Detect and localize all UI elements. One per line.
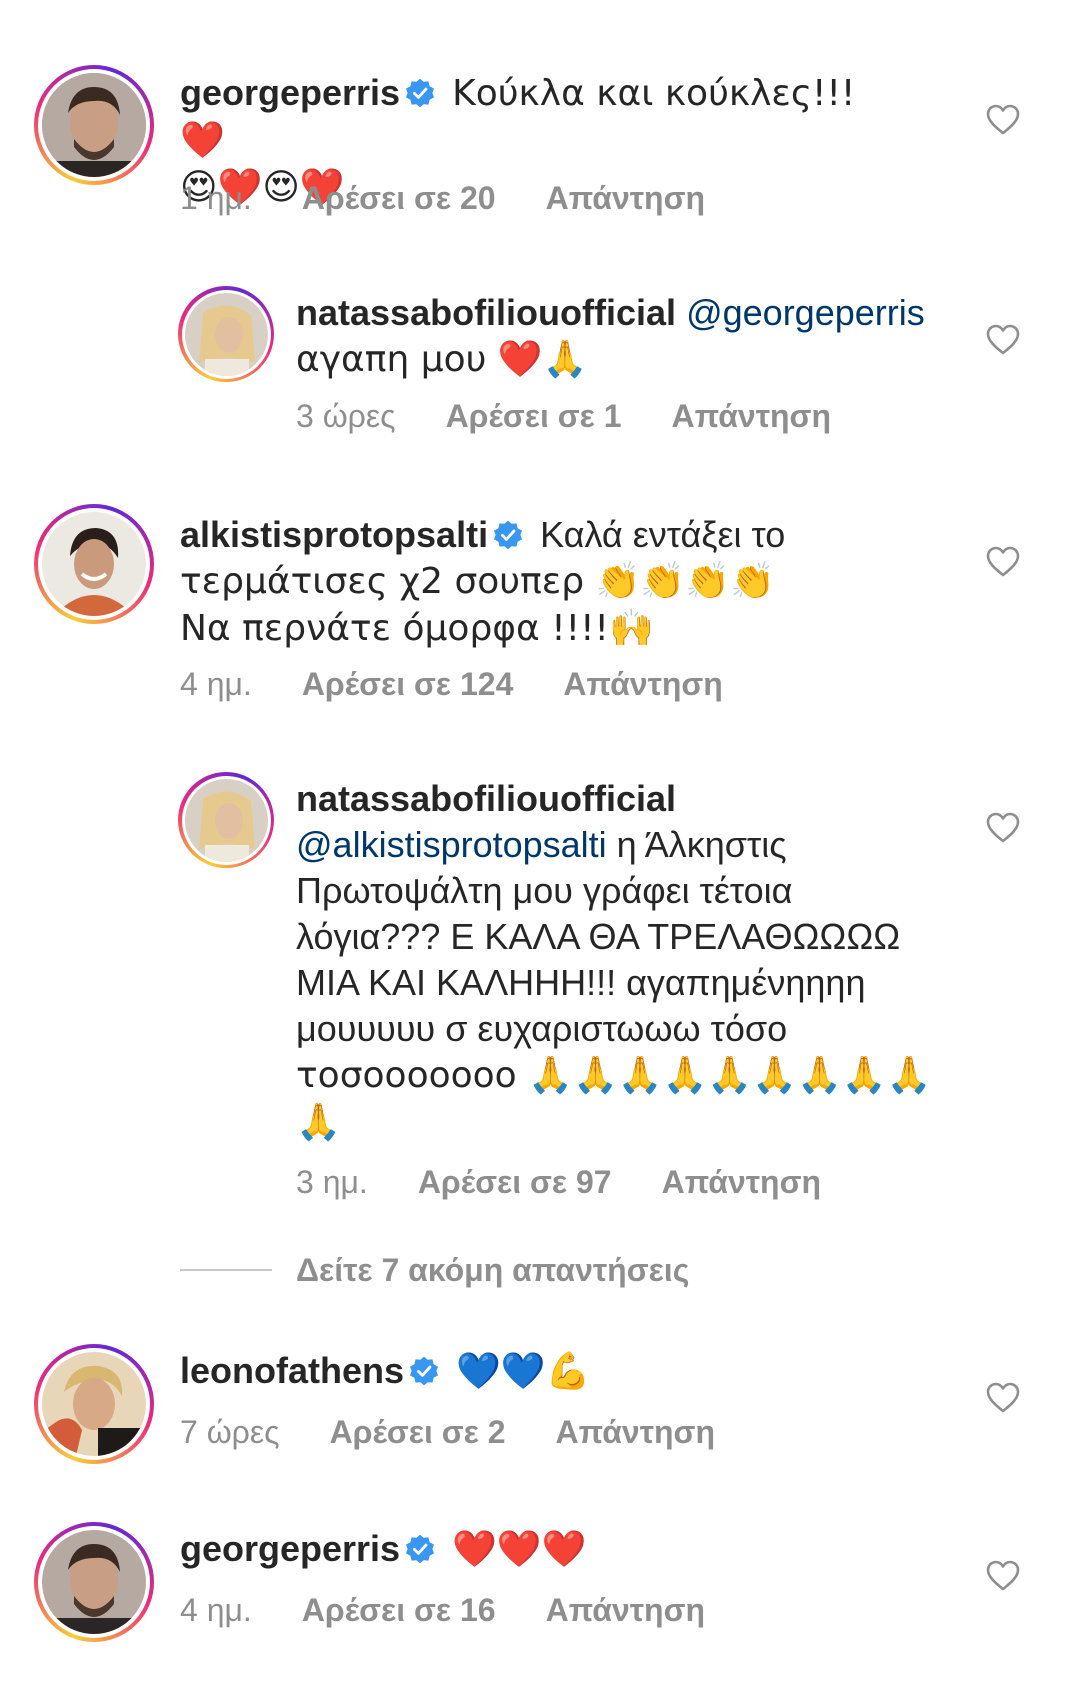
face-portrait-icon — [42, 73, 146, 177]
comment-meta: 7 ώρες Αρέσει σε 2 Απάντηση — [180, 1414, 715, 1451]
reply-button[interactable]: Απάντηση — [662, 1164, 821, 1201]
comment-text-line: μουυυυυ σ ευχαριστωωω τόσο — [296, 1008, 788, 1049]
heart-icon[interactable] — [986, 546, 1020, 578]
comment-time: 7 ώρες — [180, 1414, 280, 1450]
comment-username[interactable]: leonofathens — [180, 1350, 404, 1391]
heart-icon[interactable] — [986, 324, 1020, 356]
heart-icon[interactable] — [986, 104, 1020, 136]
comment-username[interactable]: natassabofiliouofficial — [296, 778, 676, 819]
verified-badge-icon — [406, 1534, 435, 1564]
comment-time: 1 ημ. — [180, 180, 252, 216]
verified-badge-icon — [410, 1356, 439, 1386]
reply-button[interactable]: Απάντηση — [546, 1592, 705, 1629]
verified-badge-icon — [494, 520, 523, 550]
likes-count-link[interactable]: Αρέσει σε 20 — [302, 180, 496, 217]
face-portrait-icon — [42, 1352, 146, 1456]
heart-icon[interactable] — [986, 1560, 1020, 1592]
avatar-image — [184, 778, 268, 862]
comment-meta: 3 ημ. Αρέσει σε 97 Απάντηση — [296, 1164, 821, 1201]
comment-text-line: λόγια??? Ε ΚΑΛΑ ΘΑ ΤΡΕΛΑΘΩΩΩΩ — [296, 916, 901, 957]
heart-icon[interactable] — [986, 1382, 1020, 1414]
avatar-georgeperris[interactable] — [34, 1522, 154, 1642]
comment-text-line: 🙏 — [296, 1102, 341, 1143]
avatar-image — [184, 292, 268, 376]
comment-meta: 1 ημ. Αρέσει σε 20 Απάντηση — [180, 180, 705, 217]
view-more-replies-button[interactable]: Δείτε 7 ακόμη απαντήσεις — [180, 1250, 689, 1290]
likes-count-link[interactable]: Αρέσει σε 1 — [446, 398, 622, 435]
heart-icon[interactable] — [986, 812, 1020, 844]
mention-link[interactable]: @georgeperris — [686, 292, 925, 333]
reply-button[interactable]: Απάντηση — [563, 666, 722, 703]
avatar-georgeperris[interactable] — [34, 65, 154, 185]
divider-line — [180, 1269, 272, 1271]
face-portrait-icon — [42, 512, 146, 616]
likes-count-link[interactable]: Αρέσει σε 124 — [302, 666, 514, 703]
comment-username[interactable]: alkistisprotopsalti — [180, 514, 488, 555]
mention-link[interactable]: @alkistisprotopsalti — [296, 824, 607, 865]
face-portrait-icon — [42, 1530, 146, 1634]
reply-button[interactable]: Απάντηση — [556, 1414, 715, 1451]
comment-text: 💙💙💪 — [456, 1351, 591, 1392]
comment-time: 4 ημ. — [180, 1592, 252, 1628]
comment-time: 3 ώρες — [296, 398, 396, 434]
comment-username[interactable]: georgeperris — [180, 1528, 400, 1569]
likes-count-link[interactable]: Αρέσει σε 2 — [330, 1414, 506, 1451]
comment-username[interactable]: georgeperris — [180, 72, 400, 113]
comment-time: 3 ημ. — [296, 1164, 368, 1200]
comment-text: η Άλκηστις — [606, 824, 787, 865]
comment-text-line: Πρωτοψάλτη μου γράφει τέτοια — [296, 870, 793, 911]
avatar-leonofathens[interactable] — [34, 1344, 154, 1464]
face-portrait-icon — [184, 778, 268, 862]
avatar-image — [42, 512, 146, 616]
avatar-image — [42, 1352, 146, 1456]
reply-button[interactable]: Απάντηση — [546, 180, 705, 217]
avatar-natassabofiliouofficial[interactable] — [178, 286, 274, 382]
comment-username[interactable]: natassabofiliouofficial — [296, 292, 676, 333]
comment-text: αγαπη μου ❤️🙏 — [296, 339, 588, 380]
comment-meta: 4 ημ. Αρέσει σε 124 Απάντηση — [180, 666, 723, 703]
avatar-image — [42, 73, 146, 177]
view-more-replies-label: Δείτε 7 ακόμη απαντήσεις — [296, 1251, 690, 1288]
comment-text: ❤️❤️❤️ — [452, 1529, 587, 1570]
avatar-image — [42, 1530, 146, 1634]
comment-meta: 3 ώρες Αρέσει σε 1 Απάντηση — [296, 398, 831, 435]
comment-text-line: ΜΙΑ ΚΑΙ ΚΑΛΗΗΗ!!! αγαπημένηηηη — [296, 962, 866, 1003]
comment-text-line: τοσοοοοοοο 🙏🙏🙏🙏🙏🙏🙏🙏🙏 — [296, 1055, 932, 1096]
avatar-natassabofiliouofficial[interactable] — [178, 772, 274, 868]
reply-button[interactable]: Απάντηση — [672, 398, 831, 435]
verified-badge-icon — [406, 78, 435, 108]
likes-count-link[interactable]: Αρέσει σε 16 — [302, 1592, 496, 1629]
comment-time: 4 ημ. — [180, 666, 252, 702]
comment-text: Καλά εντάξει το — [540, 514, 786, 555]
avatar-alkistisprotopsalti[interactable] — [34, 504, 154, 624]
likes-count-link[interactable]: Αρέσει σε 97 — [418, 1164, 612, 1201]
comment-text-line-3: Να περνάτε όμορφα !!!!🙌 — [180, 608, 654, 649]
comment-meta: 4 ημ. Αρέσει σε 16 Απάντηση — [180, 1592, 705, 1629]
face-portrait-icon — [184, 292, 268, 376]
comment-text-line-2: τερμάτισες χ2 σουπερ 👏👏👏👏 — [180, 561, 775, 602]
